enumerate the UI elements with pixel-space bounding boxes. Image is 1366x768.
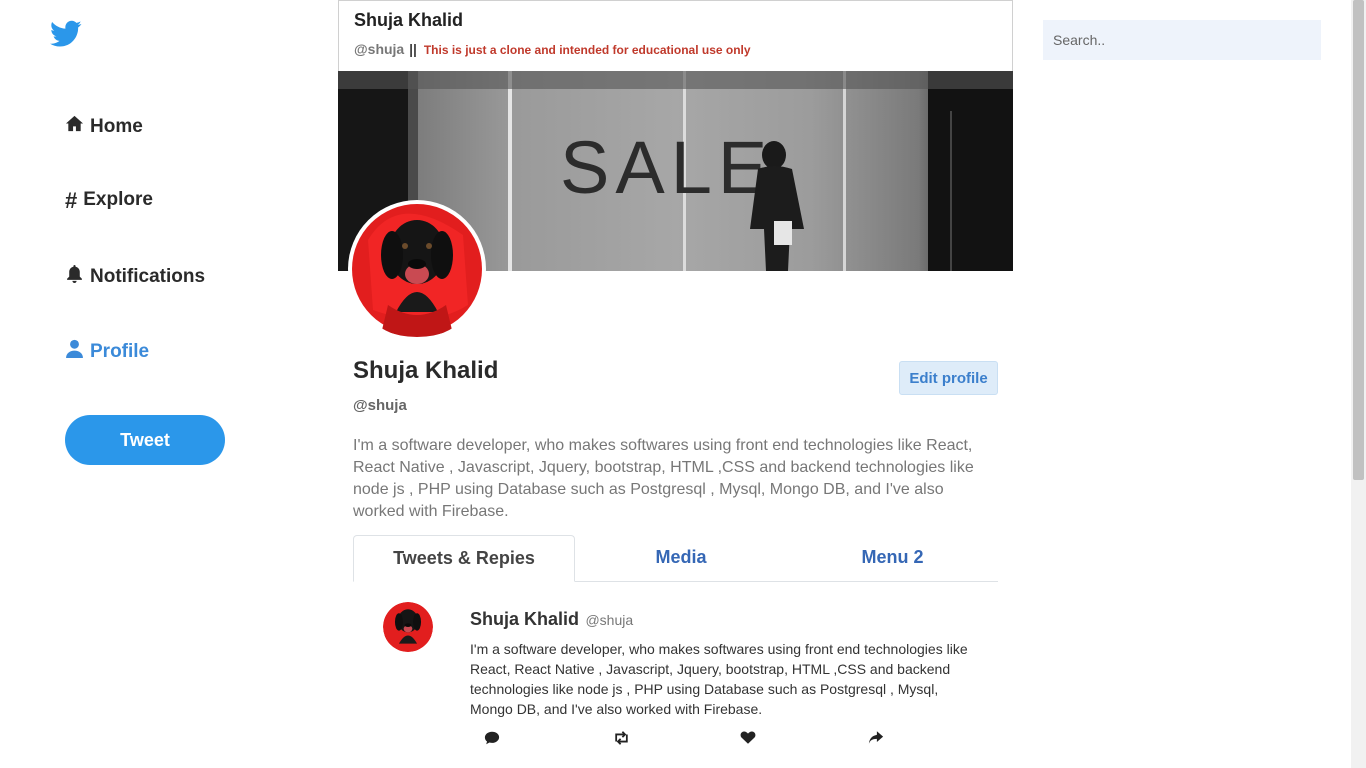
heart-icon[interactable] <box>740 730 758 748</box>
profile-handle: @shuja <box>353 397 407 414</box>
edit-profile-button[interactable]: Edit profile <box>899 361 998 395</box>
post-author-name[interactable]: Shuja Khalid <box>470 609 579 629</box>
header-subline: @shuja || This is just a clone and inten… <box>354 41 751 57</box>
tab-tweets-replies[interactable]: Tweets & Repies <box>353 535 575 582</box>
header-name: Shuja Khalid <box>354 10 464 30</box>
post-header: Shuja Khalid @shuja <box>470 609 633 630</box>
home-icon <box>65 114 84 139</box>
sidebar-item-label: Home <box>90 115 143 137</box>
post-author-handle[interactable]: @shuja <box>585 612 633 628</box>
profile-name: Shuja Khalid <box>353 357 499 384</box>
sidebar-item-notifications[interactable]: Notifications <box>65 264 205 289</box>
sidebar-item-explore[interactable]: # Explore <box>65 189 153 211</box>
profile-header-bar: Shuja Khalid @shuja || This is just a cl… <box>338 0 1013 71</box>
user-icon <box>65 339 84 364</box>
post-text: I'm a software developer, who makes soft… <box>470 641 968 717</box>
header-handle: @shuja <box>354 41 405 57</box>
profile-avatar[interactable] <box>348 200 486 338</box>
profile-tabs: Tweets & Repies Media Menu 2 <box>353 535 998 582</box>
sale-sign-text: SALE <box>560 126 773 209</box>
sidebar-item-label: Profile <box>90 340 150 362</box>
tab-media[interactable]: Media <box>575 535 787 581</box>
disclaimer-note: This is just a clone and intended for ed… <box>423 43 751 57</box>
header-separator: || <box>409 41 417 57</box>
comment-icon[interactable] <box>484 730 502 748</box>
profile-bio: I'm a software developer, who makes soft… <box>353 437 974 520</box>
hashtag-icon: # <box>65 187 78 213</box>
bell-icon <box>65 264 84 289</box>
tab-menu-2[interactable]: Menu 2 <box>787 535 998 581</box>
tweet-button[interactable]: Tweet <box>65 415 225 465</box>
profile-column: Shuja Khalid @shuja || This is just a cl… <box>338 0 1013 768</box>
sidebar-item-profile[interactable]: Profile <box>65 339 149 364</box>
twitter-logo-icon[interactable] <box>50 20 82 48</box>
search-input[interactable] <box>1043 20 1321 60</box>
sidebar-item-label: Explore <box>83 189 153 210</box>
sidebar-item-label: Notifications <box>90 265 206 287</box>
sidebar-item-home[interactable]: Home <box>65 114 143 139</box>
scrollbar-thumb[interactable] <box>1353 0 1364 480</box>
share-icon[interactable] <box>868 730 886 748</box>
retweet-icon[interactable] <box>612 730 630 748</box>
post-avatar[interactable] <box>383 602 433 652</box>
